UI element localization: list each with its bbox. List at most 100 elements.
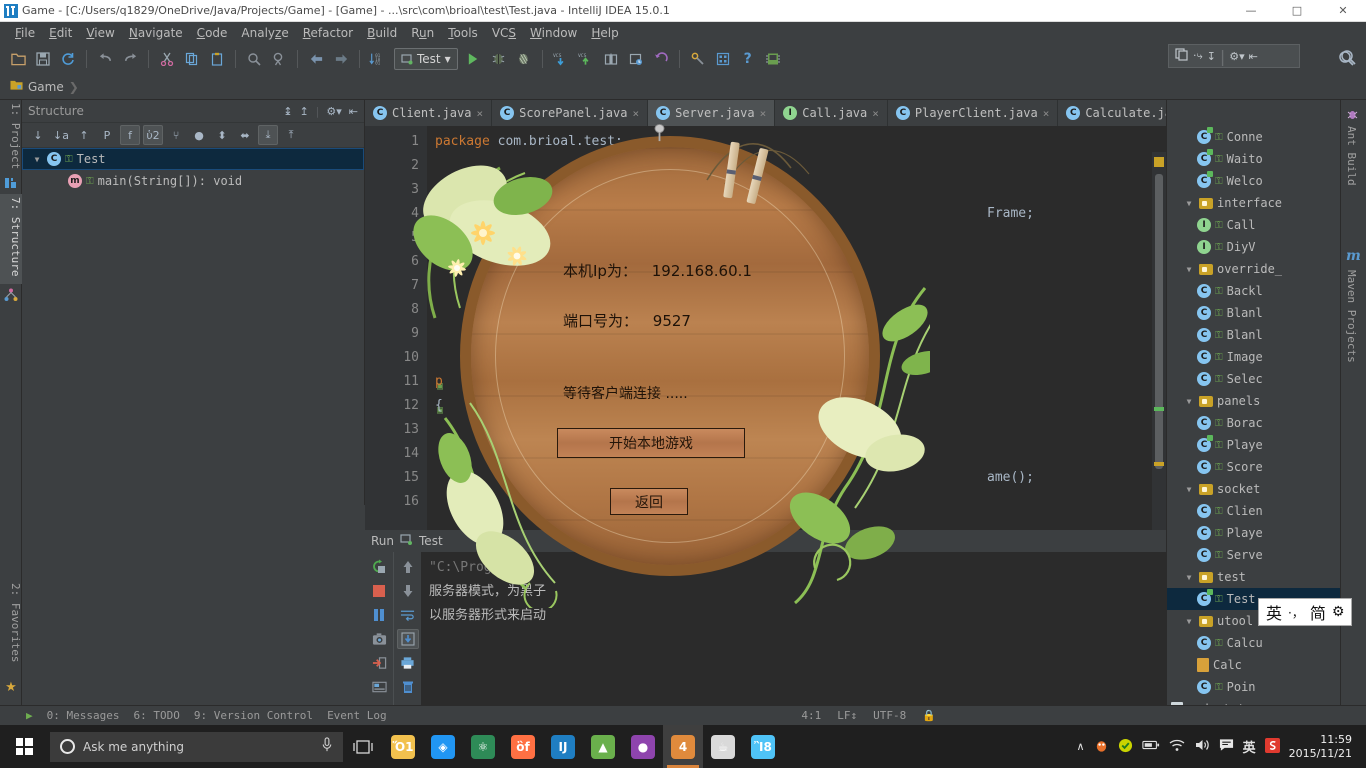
project-tree-row[interactable]: C ⚿ Playe: [1167, 522, 1340, 544]
project-tree-row[interactable]: C ⚿ Poin: [1167, 676, 1340, 698]
minimize-button[interactable]: —: [1228, 0, 1274, 22]
expand-arrow-icon[interactable]: ▼: [1183, 199, 1195, 208]
battery-icon[interactable]: [1142, 739, 1160, 754]
sort-icon[interactable]: 01 10 01: [366, 47, 390, 71]
project-tree-row[interactable]: ▼ test: [1167, 566, 1340, 588]
taskbar-app-sogou-browser[interactable]: ὃf: [503, 725, 543, 768]
sort-alphabetically-icon[interactable]: ↓a: [51, 125, 71, 145]
search-icon[interactable]: [1338, 50, 1354, 70]
coverage-icon[interactable]: [512, 47, 536, 71]
menu-item-code[interactable]: Code: [190, 24, 235, 42]
menu-item-vcs[interactable]: VCS: [485, 24, 523, 42]
paste-icon[interactable]: [205, 47, 229, 71]
collapse-all-icon[interactable]: ↥: [299, 105, 308, 118]
volume-icon[interactable]: [1194, 738, 1210, 755]
hide-panel-icon[interactable]: ⇤: [1249, 50, 1258, 63]
group-methods-icon[interactable]: ●: [189, 125, 209, 145]
close-tab-icon[interactable]: ×: [1043, 107, 1050, 120]
ime-status-popup[interactable]: 英 ·， 简 ⚙: [1258, 598, 1352, 626]
structure-tree-row[interactable]: ▼ C ⚿ Test: [22, 148, 364, 170]
expand-arrow-icon[interactable]: ▼: [1183, 617, 1195, 626]
collapse-all-icon[interactable]: ↧: [1207, 50, 1216, 63]
project-tree-row[interactable]: C ⚿ Blanl: [1167, 324, 1340, 346]
stop-icon[interactable]: [368, 581, 390, 601]
expand-arrow-icon[interactable]: ▼: [1183, 485, 1195, 494]
menu-item-help[interactable]: Help: [584, 24, 625, 42]
show-inherited-icon[interactable]: ⑂: [166, 125, 186, 145]
project-tree-row[interactable]: ▼ interface: [1167, 192, 1340, 214]
exit-icon[interactable]: [368, 653, 390, 673]
debug-icon[interactable]: [487, 47, 511, 71]
project-tree-row[interactable]: I ⚿ DiyV: [1167, 236, 1340, 258]
bottom-item-messages[interactable]: 0: Messages: [47, 709, 120, 722]
project-tree-row[interactable]: Calc: [1167, 654, 1340, 676]
structure-tree-row[interactable]: m ⚿ main(String[]): void: [22, 170, 364, 192]
editor-tab[interactable]: CCalculate.jav×: [1058, 100, 1166, 126]
menu-item-run[interactable]: Run: [404, 24, 441, 42]
forward-icon[interactable]: [329, 47, 353, 71]
action-center-icon[interactable]: [1219, 738, 1234, 755]
microphone-icon[interactable]: [321, 737, 333, 756]
autoscroll-to-source-icon[interactable]: ⤓: [258, 125, 278, 145]
vcs-history-icon[interactable]: [624, 47, 648, 71]
run-icon[interactable]: [462, 47, 486, 71]
show-hidden-icons-button[interactable]: ∧: [1077, 740, 1085, 753]
ime-language-icon[interactable]: 英: [1243, 737, 1256, 756]
project-tree-row[interactable]: C ⚿ Conne: [1167, 126, 1340, 148]
settings-icon[interactable]: [368, 677, 390, 697]
bottom-item-todo[interactable]: 6: TODO: [133, 709, 179, 722]
sync-refresh-icon[interactable]: [56, 47, 80, 71]
ime-punctuation-label[interactable]: ·，: [1288, 604, 1304, 621]
ime-mode-label[interactable]: 英: [1266, 600, 1282, 624]
menu-item-refactor[interactable]: Refactor: [296, 24, 360, 42]
sidebar-item-structure[interactable]: 7: Structure: [0, 194, 22, 284]
cortana-search-box[interactable]: Ask me anything: [50, 732, 343, 762]
taskbar-app-android-studio[interactable]: ▲: [583, 725, 623, 768]
run-tool-button[interactable]: ▶: [26, 709, 33, 722]
close-button[interactable]: ✕: [1320, 0, 1366, 22]
expand-arrow-icon[interactable]: ▼: [31, 155, 43, 164]
project-tree-row[interactable]: C ⚿ Selec: [1167, 368, 1340, 390]
project-tree-row[interactable]: C ⚿ Playe: [1167, 434, 1340, 456]
project-tree-row[interactable]: ▼ override_: [1167, 258, 1340, 280]
wifi-icon[interactable]: [1169, 739, 1185, 755]
expand-all-icon[interactable]: ↨: [283, 105, 292, 118]
menu-item-navigate[interactable]: Navigate: [122, 24, 190, 42]
print-icon[interactable]: [397, 653, 419, 673]
show-non-public-icon[interactable]: ὑ2: [143, 125, 163, 145]
vcs-added-marker[interactable]: [1154, 407, 1164, 411]
project-tree-row[interactable]: ▼ panels: [1167, 390, 1340, 412]
project-tree-row[interactable]: I ⚿ Call: [1167, 214, 1340, 236]
cut-icon[interactable]: [155, 47, 179, 71]
ime-settings-gear-icon[interactable]: ⚙: [1332, 604, 1345, 620]
start-local-game-button[interactable]: 开始本地游戏: [557, 428, 745, 458]
project-tree-row[interactable]: C ⚿ Borac: [1167, 412, 1340, 434]
project-tree-row[interactable]: ▼ socket: [1167, 478, 1340, 500]
expand-collapse-icon[interactable]: ·⤷: [1193, 49, 1203, 63]
bottom-item-version-control[interactable]: 9: Version Control: [194, 709, 313, 722]
vcs-commit-icon[interactable]: VCS: [574, 47, 598, 71]
antivirus-icon[interactable]: [1094, 738, 1109, 756]
undo-icon[interactable]: [93, 47, 117, 71]
project-tree-row[interactable]: C ⚿ Blanl: [1167, 302, 1340, 324]
bottom-item-event-log[interactable]: Event Log: [327, 709, 387, 722]
pause-icon[interactable]: [368, 605, 390, 625]
caret-position[interactable]: 4:1: [801, 709, 821, 722]
find-icon[interactable]: [242, 47, 266, 71]
taskbar-app-file-explorer[interactable]: Ὄ1: [383, 725, 423, 768]
sidebar-item-favorites[interactable]: 2: Favorites: [0, 580, 22, 675]
sidebar-item-project[interactable]: 1: Project: [0, 100, 22, 174]
expand-arrow-icon[interactable]: ▼: [1183, 397, 1195, 406]
open-folder-icon[interactable]: [6, 47, 30, 71]
project-structure-icon[interactable]: [711, 47, 735, 71]
sidebar-item-ant-build[interactable]: Ant Build: [1345, 126, 1358, 186]
file-encoding[interactable]: UTF-8: [873, 709, 906, 722]
maximize-button[interactable]: □: [1274, 0, 1320, 22]
menu-item-tools[interactable]: Tools: [441, 24, 485, 42]
breadcrumb-project[interactable]: Game ❯: [10, 79, 79, 94]
taskbar-app-sublime-text[interactable]: ◈: [423, 725, 463, 768]
settings-wrench-icon[interactable]: [686, 47, 710, 71]
editor-marker-bar[interactable]: [1152, 152, 1166, 556]
expand-arrow-icon[interactable]: ▼: [1183, 573, 1195, 582]
project-tree-row[interactable]: C ⚿ Clien: [1167, 500, 1340, 522]
